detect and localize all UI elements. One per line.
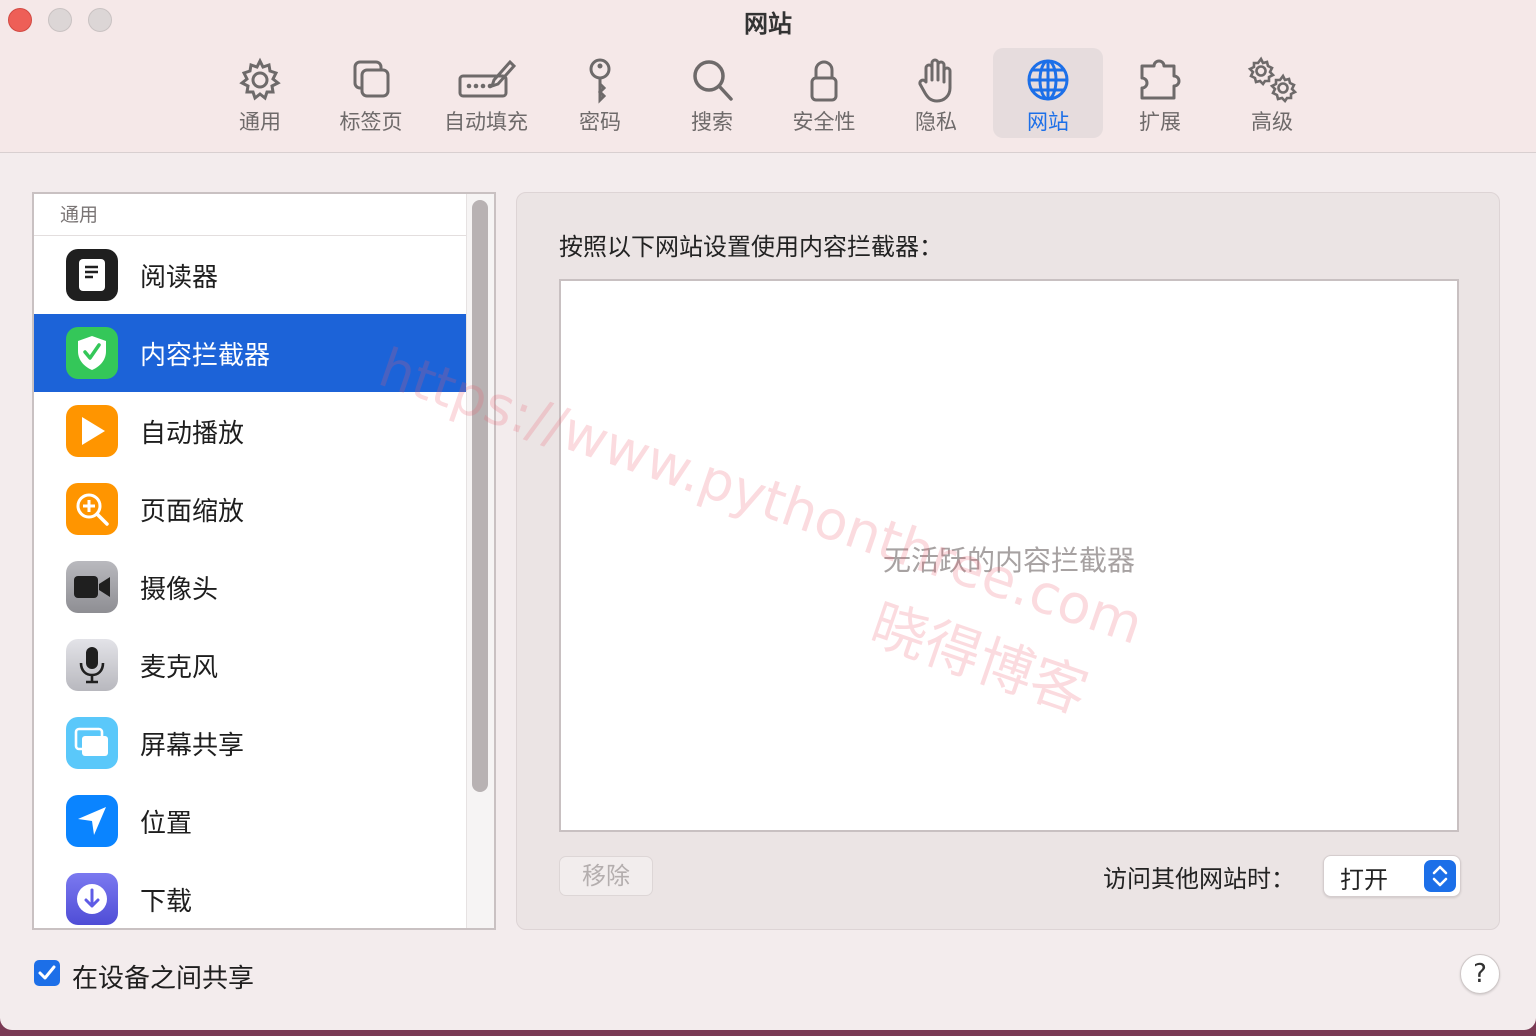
gear-icon bbox=[239, 57, 281, 101]
tab-autofill[interactable]: 自动填充 bbox=[431, 48, 541, 138]
tab-label: 网站 bbox=[1027, 110, 1069, 134]
share-across-devices-checkbox[interactable] bbox=[34, 960, 60, 986]
sidebar-item-label: 页面缩放 bbox=[140, 496, 245, 527]
tab-tabs[interactable]: 标签页 bbox=[316, 48, 426, 138]
select-value: 打开 bbox=[1340, 866, 1388, 894]
sidebar-item-content-blockers[interactable]: 内容拦截器 bbox=[34, 314, 466, 392]
share-across-devices-label: 在设备之间共享 bbox=[72, 964, 255, 994]
window-title: 网站 bbox=[744, 10, 792, 38]
tab-security[interactable]: 安全性 bbox=[769, 48, 879, 138]
safari-settings-window: 网站 通用 标签页 自动填充 密码 搜索 安全性 隐私 网站 扩展 高级 通用 … bbox=[0, 0, 1536, 1030]
sidebar-item-label: 下载 bbox=[140, 886, 193, 917]
download-icon bbox=[66, 873, 118, 925]
autofill-pencil-icon bbox=[458, 59, 516, 98]
globe-icon bbox=[1027, 59, 1069, 101]
visit-other-websites-label: 访问其他网站时： bbox=[1103, 865, 1295, 893]
sidebar-item-camera[interactable]: 摄像头 bbox=[34, 548, 466, 626]
hand-icon bbox=[918, 58, 952, 103]
sidebar-item-label: 位置 bbox=[140, 808, 193, 839]
checkmark-icon bbox=[38, 965, 56, 980]
visit-other-websites-select[interactable]: 打开 bbox=[1323, 855, 1461, 897]
tab-label: 通用 bbox=[239, 110, 281, 134]
help-button[interactable]: ? bbox=[1460, 954, 1500, 994]
tab-label: 密码 bbox=[579, 110, 621, 134]
sidebar-item-downloads[interactable]: 下载 bbox=[34, 860, 466, 928]
shield-check-icon bbox=[66, 327, 118, 379]
sidebar-item-microphone[interactable]: 麦克风 bbox=[34, 626, 466, 704]
tab-label: 自动填充 bbox=[444, 110, 528, 134]
sidebar-item-label: 阅读器 bbox=[140, 262, 219, 293]
puzzle-icon bbox=[1140, 59, 1181, 100]
sidebar-item-autoplay[interactable]: 自动播放 bbox=[34, 392, 466, 470]
sidebar-item-reader[interactable]: 阅读器 bbox=[34, 236, 466, 314]
scrollbar-thumb[interactable] bbox=[472, 200, 488, 792]
tab-privacy[interactable]: 隐私 bbox=[881, 48, 991, 138]
website-settings-list[interactable]: 通用 阅读器 内容拦截器 自动播放 页面缩放 摄像头 麦克风 屏幕共享 位置 下… bbox=[32, 192, 496, 930]
list-section-header: 通用 bbox=[34, 194, 466, 236]
tab-websites[interactable]: 网站 bbox=[993, 48, 1103, 138]
sidebar-item-label: 内容拦截器 bbox=[140, 340, 271, 371]
magnifier-icon bbox=[693, 60, 733, 101]
scrollbar-track[interactable] bbox=[466, 194, 494, 928]
sidebar-item-label: 屏幕共享 bbox=[140, 730, 245, 761]
tab-label: 搜索 bbox=[691, 110, 733, 134]
tabs-icon bbox=[353, 60, 390, 98]
sidebar-item-label: 自动播放 bbox=[140, 418, 245, 449]
sidebar-item-screen-sharing[interactable]: 屏幕共享 bbox=[34, 704, 466, 782]
sidebar-item-label: 麦克风 bbox=[140, 652, 219, 683]
sidebar-item-location[interactable]: 位置 bbox=[34, 782, 466, 860]
chevron-updown-icon bbox=[1424, 860, 1456, 892]
play-icon bbox=[66, 405, 118, 457]
zoom-icon bbox=[66, 483, 118, 535]
tab-extensions[interactable]: 扩展 bbox=[1105, 48, 1215, 138]
microphone-icon bbox=[66, 639, 118, 691]
tab-label: 扩展 bbox=[1139, 110, 1181, 134]
lock-icon bbox=[810, 60, 838, 102]
empty-state-message: 无活跃的内容拦截器 bbox=[882, 544, 1135, 577]
toolbar: 网站 通用 标签页 自动填充 密码 搜索 安全性 隐私 网站 扩展 高级 bbox=[0, 0, 1536, 153]
tab-label: 标签页 bbox=[339, 110, 403, 134]
screen-share-icon bbox=[66, 717, 118, 769]
tab-label: 隐私 bbox=[915, 110, 957, 134]
key-icon bbox=[589, 58, 611, 104]
camera-icon bbox=[66, 561, 118, 613]
location-arrow-icon bbox=[66, 795, 118, 847]
tab-general[interactable]: 通用 bbox=[205, 48, 315, 138]
tab-passwords[interactable]: 密码 bbox=[545, 48, 655, 138]
reader-icon bbox=[66, 249, 118, 301]
panel-title: 按照以下网站设置使用内容拦截器： bbox=[559, 233, 943, 261]
tab-advanced[interactable]: 高级 bbox=[1217, 48, 1327, 138]
tab-label: 高级 bbox=[1251, 110, 1293, 134]
sidebar-item-page-zoom[interactable]: 页面缩放 bbox=[34, 470, 466, 548]
tab-label: 安全性 bbox=[792, 110, 856, 134]
remove-button[interactable]: 移除 bbox=[559, 856, 653, 896]
tab-search[interactable]: 搜索 bbox=[657, 48, 767, 138]
gears-icon bbox=[1247, 56, 1298, 104]
sidebar-item-label: 摄像头 bbox=[140, 574, 219, 605]
content-blockers-table[interactable]: 无活跃的内容拦截器 bbox=[559, 279, 1459, 832]
content-blockers-panel: 按照以下网站设置使用内容拦截器： 无活跃的内容拦截器 移除 访问其他网站时： 打… bbox=[516, 192, 1500, 930]
